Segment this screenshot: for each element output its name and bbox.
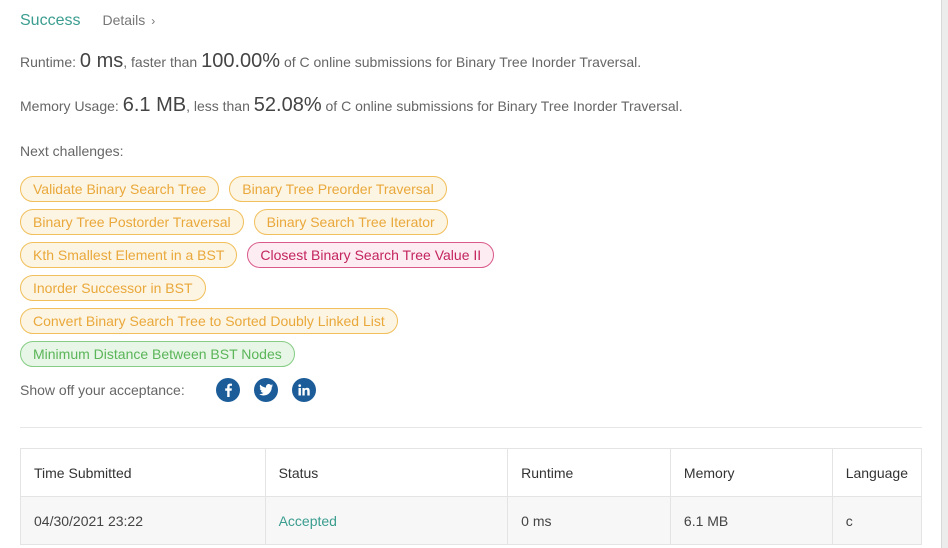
challenge-tag-postorder-traversal[interactable]: Binary Tree Postorder Traversal — [20, 209, 244, 235]
column-header-language[interactable]: Language — [831, 448, 923, 497]
next-challenges-list: Validate Binary Search Tree Binary Tree … — [20, 176, 495, 374]
submissions-table: Time Submitted Status Runtime Memory Lan… — [20, 448, 923, 545]
memory-label: Memory Usage: — [20, 98, 119, 114]
challenge-row: Minimum Distance Between BST Nodes — [20, 341, 494, 367]
runtime-faster-than: , faster than — [123, 54, 198, 70]
column-header-time[interactable]: Time Submitted — [20, 448, 266, 497]
runtime-percent: 100.00% — [201, 50, 281, 72]
twitter-icon[interactable] — [254, 378, 278, 402]
linkedin-icon[interactable] — [292, 378, 316, 402]
challenge-row: Kth Smallest Element in a BST Closest Bi… — [20, 242, 495, 268]
runtime-stat: Runtime: 0 ms, faster than 100.00% of C … — [20, 50, 641, 73]
next-challenges-label: Next challenges: — [20, 143, 124, 159]
cell-memory: 6.1 MB — [669, 496, 833, 545]
details-link[interactable]: Details › — [102, 12, 155, 28]
challenge-tag-inorder-successor[interactable]: Inorder Successor in BST — [20, 275, 206, 301]
cell-runtime: 0 ms — [507, 496, 671, 545]
challenge-tag-validate-bst[interactable]: Validate Binary Search Tree — [20, 176, 220, 202]
details-label: Details — [102, 12, 146, 28]
section-divider — [20, 427, 922, 428]
challenge-tag-min-distance-bst[interactable]: Minimum Distance Between BST Nodes — [20, 341, 295, 367]
challenge-row: Validate Binary Search Tree Binary Tree … — [20, 176, 494, 202]
memory-tail: of C online submissions for Binary Tree … — [325, 98, 683, 114]
facebook-icon[interactable] — [216, 378, 240, 402]
share-label: Show off your acceptance: — [20, 382, 185, 398]
column-header-status[interactable]: Status — [264, 448, 509, 497]
challenge-tag-preorder-traversal[interactable]: Binary Tree Preorder Traversal — [229, 176, 447, 202]
success-status: Success — [20, 12, 81, 29]
scrollbar[interactable] — [941, 0, 948, 548]
share-section: Show off your acceptance: — [20, 378, 330, 402]
challenge-tag-bst-to-dll[interactable]: Convert Binary Search Tree to Sorted Dou… — [20, 308, 398, 334]
memory-stat: Memory Usage: 6.1 MB, less than 52.08% o… — [20, 94, 683, 117]
cell-time-submitted: 04/30/2021 23:22 — [20, 496, 266, 545]
column-header-runtime[interactable]: Runtime — [507, 448, 671, 497]
challenge-row: Inorder Successor in BST — [20, 275, 494, 301]
table-row: 04/30/2021 23:22 Accepted 0 ms 6.1 MB c — [20, 496, 923, 545]
memory-percent: 52.08% — [253, 94, 322, 116]
memory-less-than: , less than — [186, 98, 250, 114]
cell-language: c — [831, 496, 923, 545]
column-header-memory[interactable]: Memory — [669, 448, 833, 497]
challenge-row: Convert Binary Search Tree to Sorted Dou… — [20, 308, 494, 334]
table-header-row: Time Submitted Status Runtime Memory Lan… — [20, 448, 923, 497]
runtime-value: 0 ms — [79, 50, 124, 72]
runtime-label: Runtime: — [20, 54, 77, 70]
runtime-tail: of C online submissions for Binary Tree … — [283, 54, 642, 70]
cell-status: Accepted — [264, 496, 509, 545]
result-header: Success Details › — [20, 12, 155, 30]
challenge-tag-kth-smallest[interactable]: Kth Smallest Element in a BST — [20, 242, 238, 268]
accepted-link[interactable]: Accepted — [279, 513, 337, 529]
challenge-tag-bst-iterator[interactable]: Binary Search Tree Iterator — [253, 209, 448, 235]
memory-value: 6.1 MB — [122, 94, 187, 116]
challenge-tag-closest-bst-value-ii[interactable]: Closest Binary Search Tree Value II — [247, 242, 495, 268]
challenge-row: Binary Tree Postorder Traversal Binary S… — [20, 209, 494, 235]
chevron-right-icon: › — [151, 14, 156, 28]
